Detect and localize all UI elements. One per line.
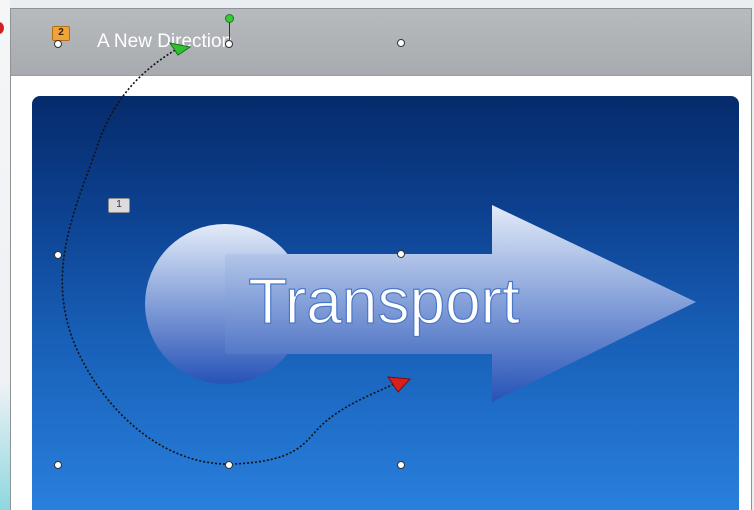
transport-arrow-graphic[interactable]: Transport (0, 0, 754, 510)
slide-editor-canvas: A New Direction 2 Transport 1 (0, 0, 754, 510)
transport-label: Transport (248, 265, 520, 337)
selection-handle-bottom-right[interactable] (397, 461, 405, 469)
rotate-handle-icon[interactable] (225, 14, 234, 23)
animation-order-badge-graphic[interactable]: 1 (108, 198, 130, 213)
selection-handle-bottom-left[interactable] (54, 461, 62, 469)
selection-handle-middle-right[interactable] (397, 250, 405, 258)
selection-handle-top-middle[interactable] (225, 40, 233, 48)
selection-handle-top-right[interactable] (397, 39, 405, 47)
selection-handle-top-left[interactable] (54, 40, 62, 48)
selection-handle-middle-left[interactable] (54, 251, 62, 259)
selection-handle-bottom-middle[interactable] (225, 461, 233, 469)
rotate-handle-stem (229, 22, 230, 40)
